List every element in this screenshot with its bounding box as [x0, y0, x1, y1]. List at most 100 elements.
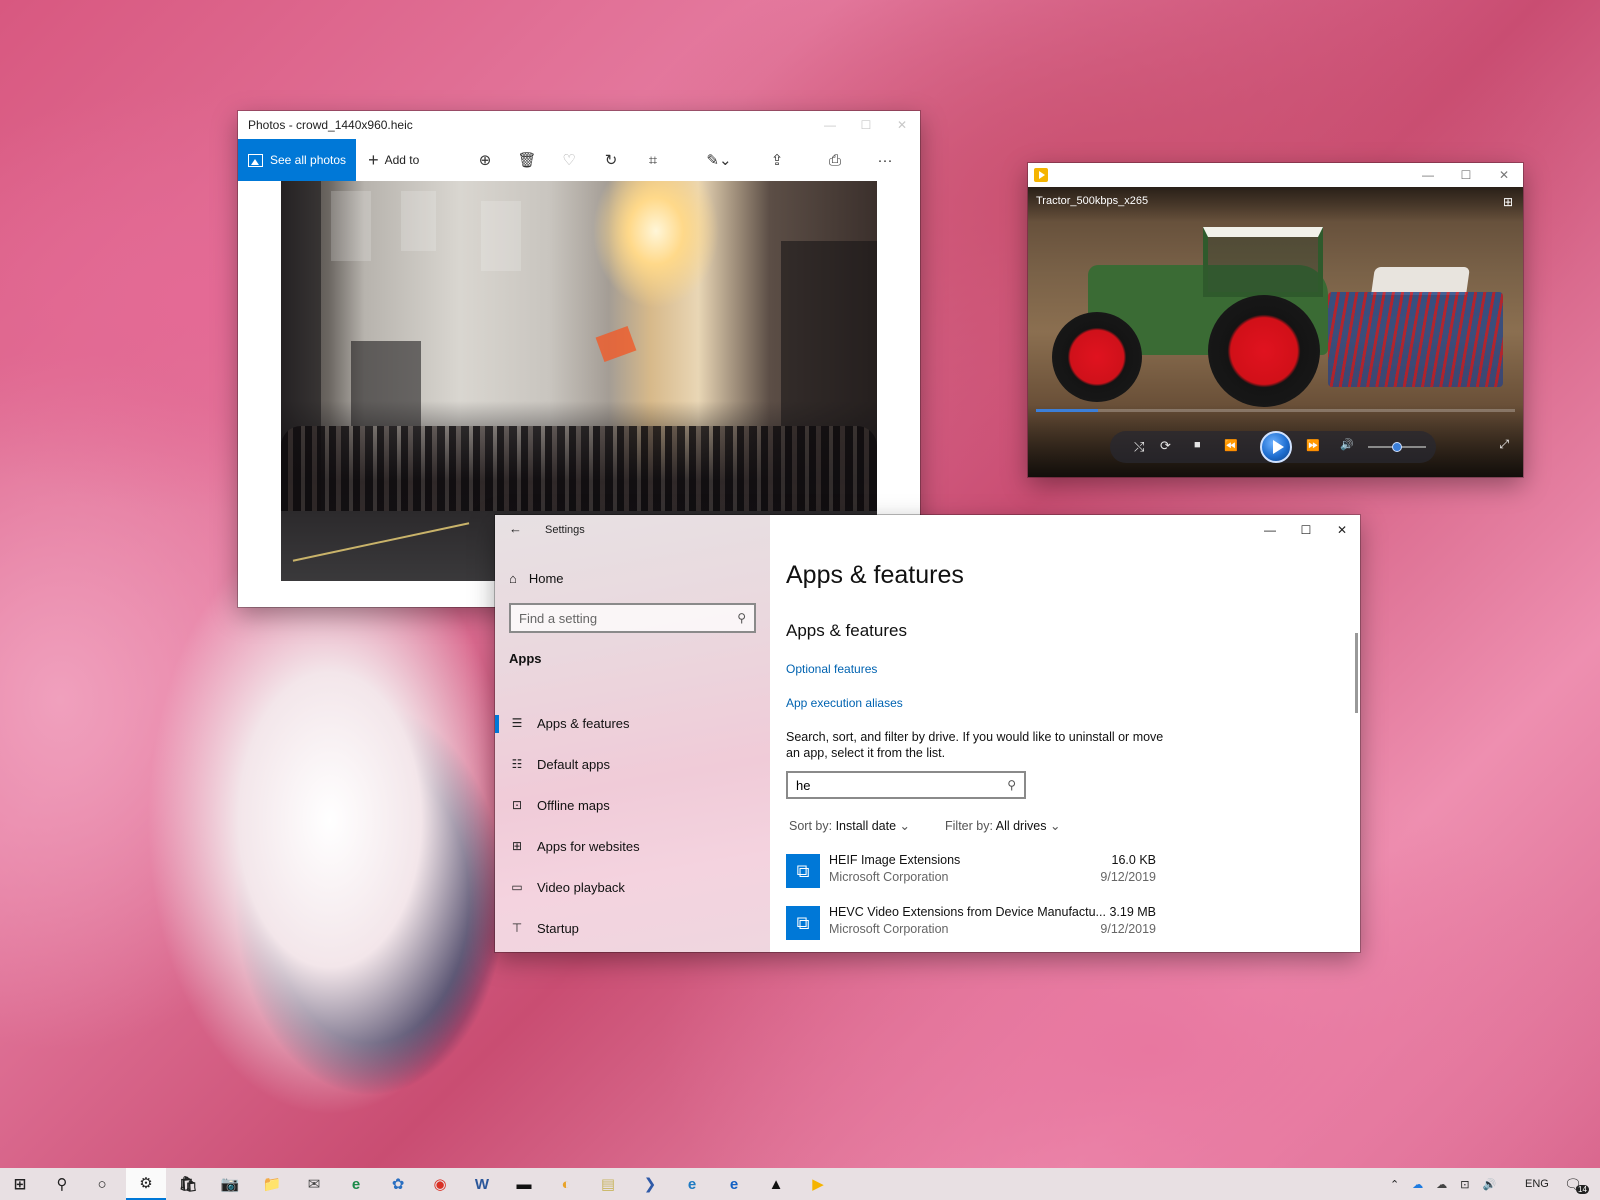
photos-minimize-button[interactable]: — [812, 118, 848, 132]
photos-maximize-button[interactable]: ☐ [848, 118, 884, 132]
taskbar-camera-button[interactable]: 📷 [210, 1168, 250, 1200]
app-list-item[interactable]: ⧉ HEVC Video Extensions from Device Manu… [786, 902, 1164, 942]
apps-search-value: he [796, 777, 811, 793]
seek-bar[interactable] [1036, 409, 1515, 412]
taskbar-chrome-button[interactable]: ◉ [420, 1168, 460, 1200]
taskbar-notepad-button[interactable]: ▤ [588, 1168, 628, 1200]
taskbar-movies-button[interactable]: ▶ [798, 1168, 838, 1200]
volume-icon[interactable]: 🔊 [1482, 1178, 1496, 1191]
fullscreen-icon[interactable]: ⤢ [1499, 437, 1509, 452]
movies-close-button[interactable]: ✕ [1485, 168, 1523, 182]
onedrive-personal-icon[interactable]: ☁ [1436, 1178, 1447, 1191]
more-options-icon[interactable]: ··· [874, 149, 896, 171]
app-execution-aliases-link[interactable]: App execution aliases [786, 696, 903, 710]
taskbar-file-explorer-button[interactable]: 📁 [252, 1168, 292, 1200]
back-arrow-icon[interactable]: ← [509, 521, 522, 536]
see-all-photos-label: See all photos [270, 153, 347, 167]
taskbar-app-button[interactable]: ✿ [378, 1168, 418, 1200]
startup-icon: ⊤ [511, 921, 523, 935]
shop-front [351, 341, 421, 426]
settings-close-button[interactable]: ✕ [1324, 515, 1360, 545]
building-window [481, 201, 521, 271]
fast-forward-icon[interactable]: ⏩ [1306, 439, 1320, 452]
language-indicator[interactable]: ENG [1525, 1168, 1549, 1200]
taskbar-edge-legacy-button[interactable]: e [714, 1168, 754, 1200]
nav-offline-maps[interactable]: ⊡ Offline maps [495, 789, 770, 821]
nav-startup[interactable]: ⊤ Startup [495, 912, 770, 944]
share-icon[interactable]: ⇪ [766, 149, 788, 171]
video-frame-tractor[interactable]: Tractor_500kbps_x265 ⊞ ⤭ ⟳ ■ ⏪ ⏩ 🔊 ⤢ [1028, 187, 1523, 477]
taskbar-paint-button[interactable]: ◐ [546, 1168, 586, 1200]
nav-video-playback[interactable]: ▭ Video playback [495, 871, 770, 903]
settings-window[interactable]: ← Settings ⌂ Home Find a setting ⚲ Apps … [495, 515, 1360, 952]
photos-close-button[interactable]: ✕ [884, 118, 920, 132]
app-package-icon: ⧉ [786, 906, 820, 940]
tractor-cab [1203, 227, 1323, 297]
taskbar-cortana-button[interactable]: ○ [82, 1168, 122, 1200]
add-to-button[interactable]: + Add to [356, 151, 419, 169]
movies-minimize-button[interactable]: — [1409, 168, 1447, 182]
taskbar-mail-button[interactable]: ✉ [294, 1168, 334, 1200]
edit-create-icon[interactable]: ✎⌄ [700, 149, 738, 171]
rewind-icon[interactable]: ⏪ [1224, 439, 1238, 452]
stop-icon[interactable]: ■ [1194, 439, 1201, 451]
nav-apps-for-websites[interactable]: ⊞ Apps for websites [495, 830, 770, 862]
settings-maximize-button[interactable]: ☐ [1288, 515, 1324, 545]
taskbar-start-button[interactable]: ⊞ [0, 1168, 40, 1200]
movies-caption-buttons: — ☐ ✕ [1409, 168, 1523, 182]
compact-overlay-icon[interactable]: ⊞ [1503, 195, 1513, 209]
movies-titlebar[interactable]: — ☐ ✕ [1028, 163, 1523, 187]
find-setting-placeholder: Find a setting [519, 610, 598, 626]
photos-titlebar[interactable]: Photos - crowd_1440x960.heic — ☐ ✕ [238, 111, 920, 139]
volume-slider[interactable] [1368, 442, 1426, 452]
nav-apps-features[interactable]: ☰ Apps & features [495, 707, 770, 739]
action-center-button[interactable]: 🗨 14 [1564, 1168, 1589, 1200]
rotate-icon[interactable]: ↻ [600, 149, 622, 171]
volume-slider-thumb[interactable] [1392, 442, 1402, 452]
home-nav-item[interactable]: ⌂ Home [509, 571, 564, 586]
find-setting-input[interactable]: Find a setting ⚲ [509, 603, 756, 633]
system-tray: ⌃ ☁ ☁ ⊡ 🔊 [1390, 1168, 1496, 1200]
taskbar-powershell-button[interactable]: ❯ [630, 1168, 670, 1200]
taskbar-photos-button[interactable]: ▲ [756, 1168, 796, 1200]
show-hidden-icons-chevron-icon[interactable]: ⌃ [1390, 1178, 1399, 1191]
movies-window[interactable]: — ☐ ✕ Tractor_500kbps_x265 ⊞ ⤭ ⟳ ■ ⏪ ⏩ 🔊 [1028, 163, 1523, 477]
apps-search-input[interactable]: he ⚲ [786, 771, 1026, 799]
search-icon: ⚲ [737, 611, 746, 625]
taskbar-search-button[interactable]: ⚲ [42, 1168, 82, 1200]
sort-by-value: Install date [835, 819, 897, 833]
app-publisher: Microsoft Corporation [829, 922, 949, 936]
apps-for-websites-icon: ⊞ [511, 839, 523, 853]
taskbar-edge-beta-button[interactable]: e [672, 1168, 712, 1200]
scrollbar-thumb[interactable] [1355, 633, 1358, 713]
delete-icon[interactable]: 🗑 [516, 149, 538, 171]
search-icon: ⚲ [1007, 778, 1016, 792]
crop-icon[interactable]: ⌗ [642, 149, 664, 171]
app-list-item[interactable]: ⧉ HEIF Image Extensions Microsoft Corpor… [786, 850, 1164, 890]
volume-icon[interactable]: 🔊 [1340, 438, 1354, 451]
edge-legacy-icon: e [729, 1175, 739, 1193]
taskbar-settings-button[interactable]: ⚙ [126, 1168, 166, 1200]
optional-features-link[interactable]: Optional features [786, 662, 877, 676]
taskbar-edge-button[interactable]: e [336, 1168, 376, 1200]
onedrive-icon[interactable]: ☁ [1412, 1178, 1423, 1191]
play-button[interactable] [1260, 431, 1292, 463]
print-icon[interactable]: ⎙ [824, 149, 846, 171]
sort-by-dropdown[interactable]: Sort by: Install date ⌄ [789, 818, 910, 833]
camera-icon: 📷 [220, 1176, 240, 1193]
shuffle-icon[interactable]: ⤭ [1134, 439, 1144, 455]
filter-by-dropdown[interactable]: Filter by: All drives ⌄ [945, 818, 1060, 833]
taskbar-terminal-button[interactable]: ▬ [504, 1168, 544, 1200]
repeat-icon[interactable]: ⟳ [1160, 438, 1171, 454]
movies-maximize-button[interactable]: ☐ [1447, 168, 1485, 182]
zoom-icon[interactable]: ⊕ [474, 149, 496, 171]
filter-by-value: All drives [995, 819, 1047, 833]
taskbar-word-button[interactable]: W [462, 1168, 502, 1200]
favorite-icon[interactable]: ♡ [558, 149, 580, 171]
edge-icon: e [351, 1175, 361, 1193]
see-all-photos-button[interactable]: See all photos [238, 139, 357, 181]
settings-minimize-button[interactable]: — [1252, 515, 1288, 545]
nav-default-apps[interactable]: ☷ Default apps [495, 748, 770, 780]
network-icon[interactable]: ⊡ [1460, 1178, 1469, 1191]
taskbar-store-button[interactable]: 🛍 [168, 1168, 208, 1200]
